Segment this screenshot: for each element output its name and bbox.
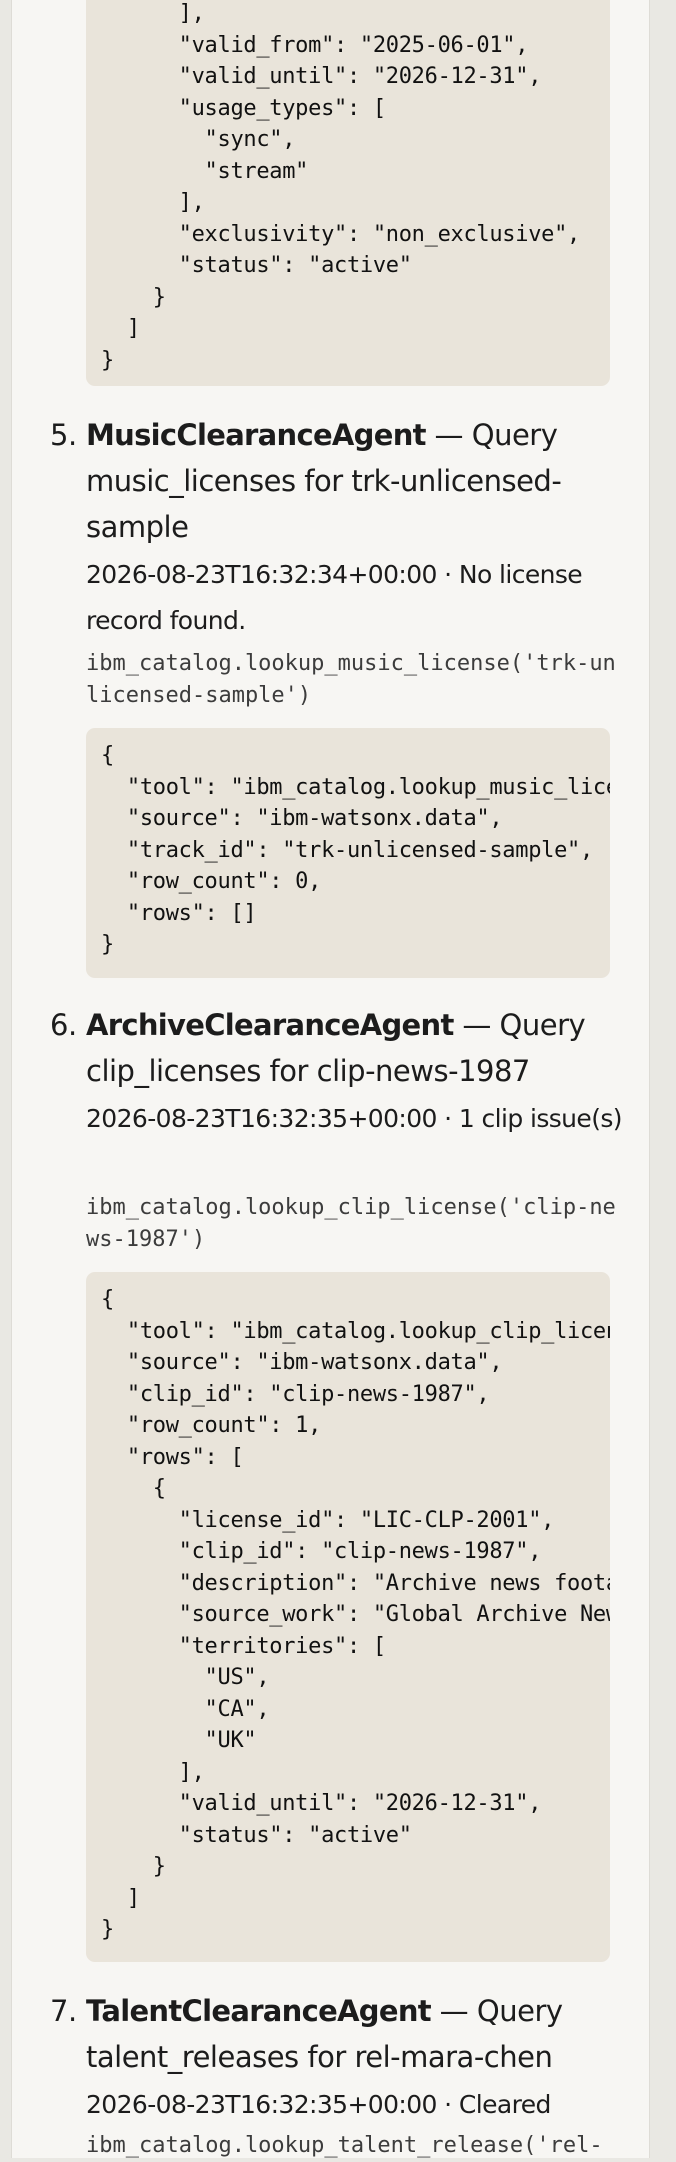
agent-trace-panel: ], "valid_from": "2025-06-01", "valid_un… [11,0,650,2158]
tool-result-json[interactable]: { "tool": "ibm_catalog.lookup_clip_licen… [86,1272,610,1962]
tool-call: ibm_catalog.lookup_clip_license('clip-ne… [86,1195,616,1252]
agent-name: TalentClearanceAgent [86,1994,432,2028]
step-meta: 2026-08-23T16:32:35+00:00 · 1 clip issue… [86,1104,623,1133]
agent-name: ArchiveClearanceAgent [86,1008,454,1042]
agent-name: MusicClearanceAgent [86,418,427,452]
step-heading: MusicClearanceAgent — Query music_licens… [86,412,626,550]
tool-call: ibm_catalog.lookup_talent_release('rel- [86,2133,603,2158]
step-number: 6. [50,1008,77,1042]
tool-call: ibm_catalog.lookup_music_license('trk-un… [86,651,616,708]
tool-result-json[interactable]: { "tool": "ibm_catalog.lookup_music_lice… [86,728,610,978]
tool-result-json-text: { "tool": "ibm_catalog.lookup_music_lice… [101,743,610,957]
step-meta: 2026-08-23T16:32:35+00:00 · Cleared [86,2090,551,2119]
tool-result-json[interactable]: ], "valid_from": "2025-06-01", "valid_un… [86,0,610,386]
tool-result-json-text: ], "valid_from": "2025-06-01", "valid_un… [101,1,580,373]
step-number: 7. [50,1994,77,2028]
tool-result-json-text: { "tool": "ibm_catalog.lookup_clip_licen… [101,1287,610,1942]
step-number: 5. [50,418,77,452]
step-heading: ArchiveClearanceAgent — Query clip_licen… [86,1002,626,1094]
step-meta: 2026-08-23T16:32:34+00:00 · No license r… [86,560,583,635]
step-heading: TalentClearanceAgent — Query talent_rele… [86,1988,626,2080]
